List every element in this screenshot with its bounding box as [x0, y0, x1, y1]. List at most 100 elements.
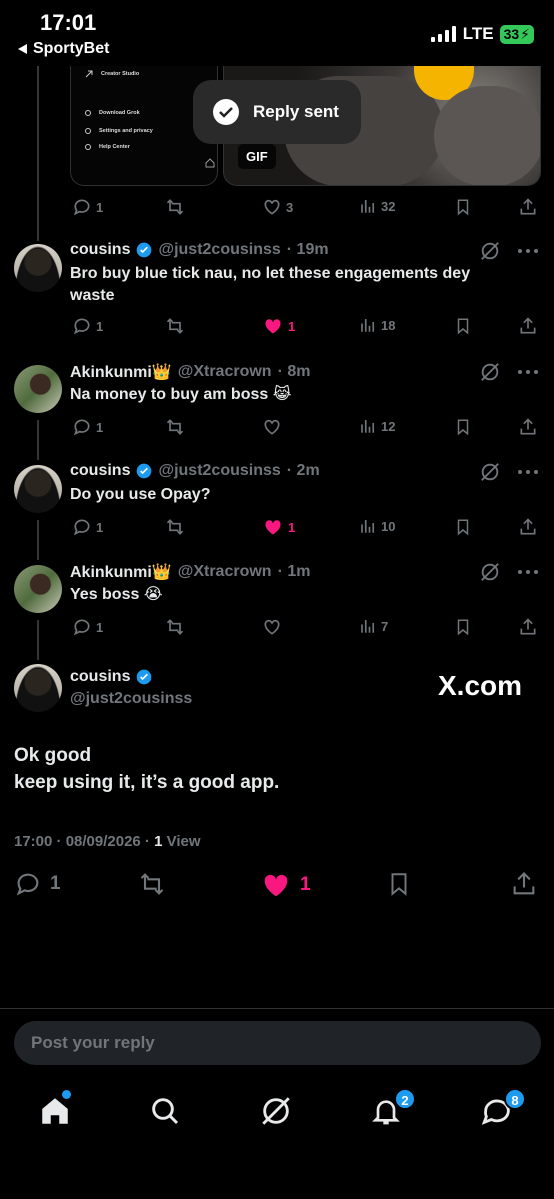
more-button[interactable] — [517, 569, 539, 575]
share-button[interactable] — [518, 316, 538, 336]
like-button[interactable]: 3 — [262, 197, 293, 217]
reply-button[interactable]: 1 — [72, 197, 103, 217]
bookmark-button[interactable] — [454, 417, 472, 437]
author-handle[interactable]: @just2cousinss — [70, 690, 192, 708]
bookmark-button[interactable] — [454, 197, 472, 217]
reply-input[interactable]: Post your reply — [14, 1021, 541, 1065]
reply-button[interactable]: 1 — [14, 870, 61, 898]
share-button[interactable] — [510, 870, 538, 898]
back-app-label: SportyBet — [33, 40, 110, 57]
bookmark-icon — [457, 619, 469, 636]
verified-icon — [137, 669, 152, 685]
share-button[interactable] — [518, 617, 538, 637]
tweet-header[interactable]: cousins @just2cousinss · 19m — [70, 241, 329, 259]
views-button[interactable]: 10 — [359, 517, 395, 535]
retweet-button[interactable] — [164, 316, 186, 336]
more-button[interactable] — [517, 469, 539, 475]
reply-button[interactable]: 1 — [72, 517, 103, 537]
views-count: 18 — [381, 317, 396, 333]
views-icon — [361, 200, 375, 213]
avatar[interactable] — [14, 465, 62, 513]
reply-icon — [73, 619, 90, 636]
reply-icon — [73, 199, 90, 216]
nav-grok[interactable] — [259, 1094, 293, 1128]
avatar[interactable] — [14, 365, 62, 413]
back-to-app[interactable]: SportyBet — [16, 40, 109, 58]
views-icon — [361, 319, 375, 332]
tweet-meta: 17:00 · 08/09/2026 · 1 View — [14, 833, 201, 850]
menu-item: Creator Studio — [85, 70, 139, 78]
author-name: Akinkunmi👑 — [70, 564, 172, 581]
retweet-button[interactable] — [164, 417, 186, 437]
thread-line — [37, 520, 39, 560]
tweet-header[interactable]: Akinkunmi👑 @Xtracrown · 8m — [70, 362, 310, 382]
back-triangle-icon — [18, 44, 27, 54]
author-name: cousins — [70, 241, 131, 258]
views-button[interactable]: 12 — [359, 417, 395, 435]
grok-button[interactable] — [479, 361, 501, 383]
grok-icon — [481, 363, 499, 381]
grok-button[interactable] — [479, 561, 501, 583]
retweet-icon — [166, 619, 184, 635]
heart-icon — [264, 199, 280, 215]
like-button[interactable] — [262, 617, 286, 637]
bookmark-button[interactable] — [454, 517, 472, 537]
tweet-time: · 8m — [277, 363, 311, 380]
nav-notifications[interactable]: 2 — [370, 1088, 416, 1128]
bookmark-button[interactable] — [386, 870, 412, 898]
share-button[interactable] — [518, 417, 538, 437]
grok-icon — [481, 242, 499, 260]
battery-level: 33 — [503, 25, 520, 42]
tweet-header[interactable]: Akinkunmi👑 @Xtracrown · 1m — [70, 562, 310, 582]
retweet-icon — [166, 419, 184, 435]
tweet-text: Do you use Opay? — [70, 486, 211, 503]
avatar[interactable] — [14, 244, 62, 292]
like-button[interactable]: 1 — [262, 316, 295, 336]
nav-home[interactable] — [38, 1090, 72, 1128]
more-button[interactable] — [517, 369, 539, 375]
retweet-button[interactable] — [136, 870, 168, 898]
gif-shape — [434, 86, 540, 185]
more-icon — [518, 470, 538, 474]
bookmark-button[interactable] — [454, 617, 472, 637]
retweet-icon — [166, 318, 184, 334]
messages-badge: 8 — [504, 1088, 526, 1110]
views-count: 10 — [381, 518, 396, 534]
grok-button[interactable] — [479, 461, 501, 483]
charging-icon: ⚡ — [520, 25, 530, 42]
menu-label: Creator Studio — [101, 71, 140, 77]
nav-search[interactable] — [149, 1095, 181, 1127]
main-action-bar: 1 1 — [14, 870, 544, 902]
reply-sent-toast: Reply sent — [193, 80, 361, 144]
views-button[interactable]: 7 — [359, 617, 388, 635]
reply-icon — [73, 519, 90, 536]
main-author[interactable]: cousins — [70, 668, 152, 686]
reply-count: 1 — [96, 519, 104, 535]
avatar[interactable] — [14, 565, 62, 613]
share-button[interactable] — [518, 197, 538, 217]
bookmark-button[interactable] — [454, 316, 472, 336]
avatar[interactable] — [14, 664, 62, 712]
retweet-button[interactable] — [164, 617, 186, 637]
views-button[interactable]: 18 — [359, 316, 395, 334]
nav-messages[interactable]: 8 — [480, 1088, 526, 1128]
retweet-button[interactable] — [164, 197, 186, 217]
tweet-header[interactable]: cousins @just2cousinss · 2m — [70, 462, 320, 480]
like-button[interactable]: 1 — [262, 517, 295, 537]
like-button[interactable]: 1 — [260, 870, 311, 900]
share-button[interactable] — [518, 517, 538, 537]
views-button[interactable]: 32 — [359, 197, 395, 215]
grok-button[interactable] — [479, 240, 501, 262]
reply-button[interactable]: 1 — [72, 316, 103, 336]
status-indicators: LTE 33 ⚡ — [430, 24, 534, 44]
tweet-timestamp: 17:00 · 08/09/2026 · — [14, 833, 155, 850]
retweet-button[interactable] — [164, 517, 186, 537]
menu-item: Download Grok — [85, 110, 140, 116]
reply-button[interactable]: 1 — [72, 617, 103, 637]
reply-icon — [73, 419, 90, 436]
more-button[interactable] — [517, 248, 539, 254]
reply-button[interactable]: 1 — [72, 417, 103, 437]
retweet-icon — [166, 519, 184, 535]
action-bar: 1 1 18 — [72, 316, 542, 338]
like-button[interactable] — [262, 417, 286, 437]
